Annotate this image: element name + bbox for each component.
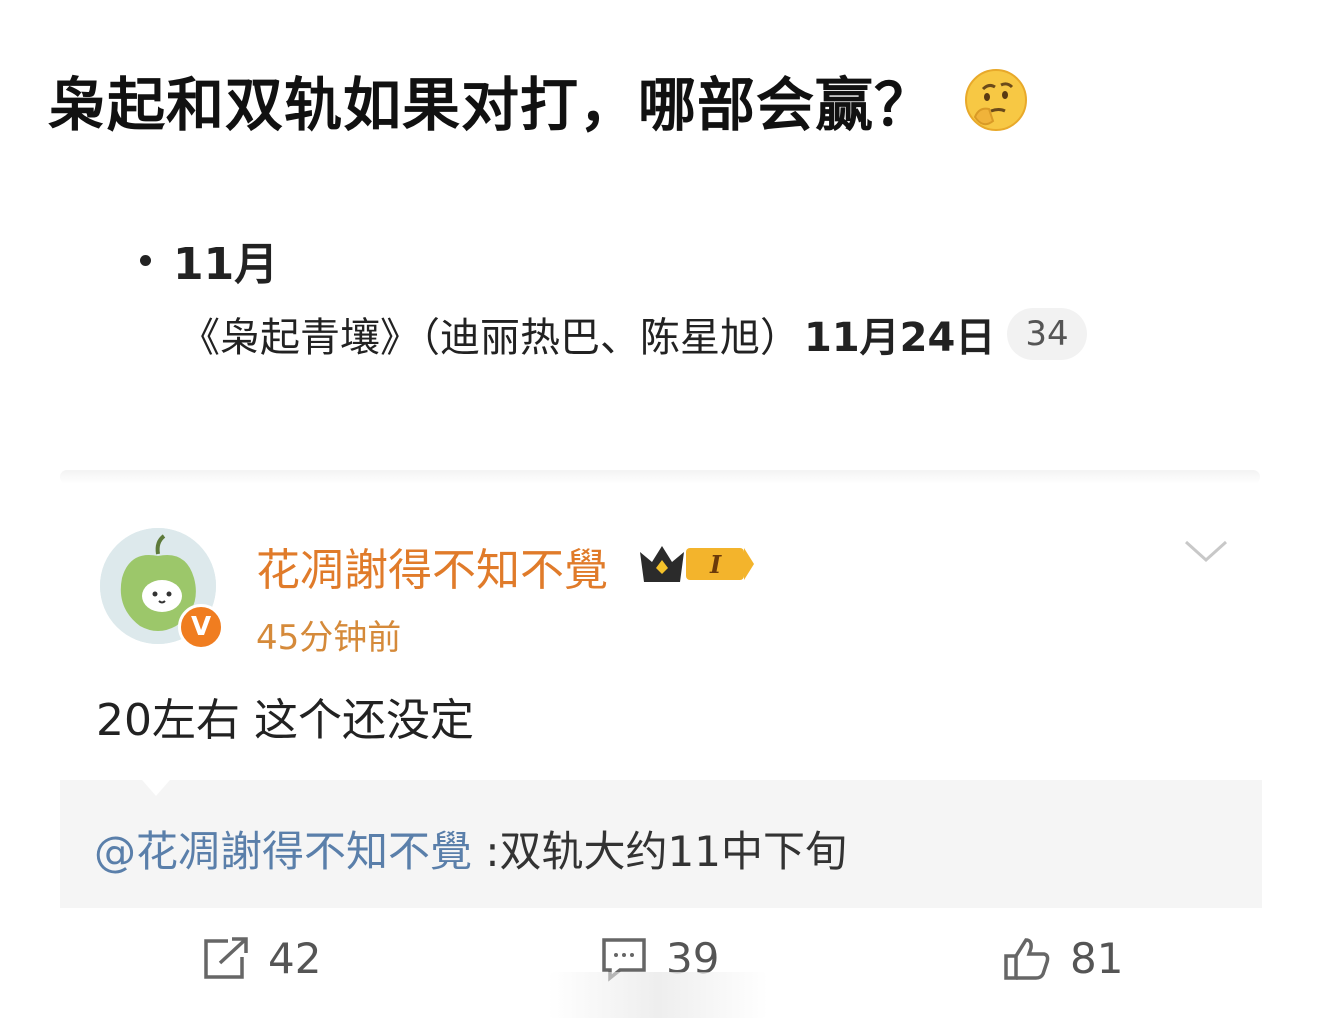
month-label: 11月 [173, 239, 279, 290]
thumbs-up-icon [1004, 937, 1050, 980]
count-badge[interactable]: 34 [1007, 308, 1087, 360]
chevron-down-icon[interactable] [1182, 536, 1230, 566]
reply-content: @花凋謝得不知不覺 :双轨大约11中下旬 [94, 818, 847, 879]
share-button[interactable]: 42 [202, 934, 321, 983]
bullet-dot [140, 254, 151, 266]
watermark-overlay [548, 972, 768, 1018]
thinking-face-icon [965, 69, 1028, 131]
like-button[interactable]: 81 [1002, 934, 1123, 983]
reply-text: :双轨大约11中下旬 [485, 827, 847, 876]
show-date: 11月24日 [804, 315, 996, 361]
like-count: 81 [1070, 934, 1124, 983]
headline-text: 枭起和双轨如果对打，哪部会赢？ [48, 71, 934, 139]
show-title: 《枭起青壤》（迪丽热巴、陈星旭） [180, 315, 800, 361]
post-headline: 枭起和双轨如果对打，哪部会赢？ [48, 58, 1029, 142]
username[interactable]: 花凋謝得不知不覺 [256, 534, 608, 598]
comment-body: 20左右 这个还没定 [96, 695, 474, 746]
schedule-entry: 《枭起青壤》（迪丽热巴、陈星旭） 11月24日 34 [180, 305, 1087, 363]
verified-mark: V [190, 612, 212, 642]
section-divider [60, 470, 1260, 484]
vip-crown-badge-icon: I [640, 546, 754, 582]
share-count: 42 [268, 934, 322, 983]
comment-card: V 花凋謝得不知不覺 I 45分钟前 20左右 这个还没定 @花凋謝得不知不覺 … [60, 484, 1262, 1020]
schedule-month: 11月 [140, 228, 278, 292]
reply-mention[interactable]: @花凋謝得不知不覺 [94, 827, 472, 876]
verified-badge: V [178, 604, 224, 650]
vip-level: I [709, 550, 722, 579]
comment-time: 45分钟前 [256, 618, 402, 658]
share-icon [204, 936, 248, 979]
reply-notch [142, 780, 170, 796]
